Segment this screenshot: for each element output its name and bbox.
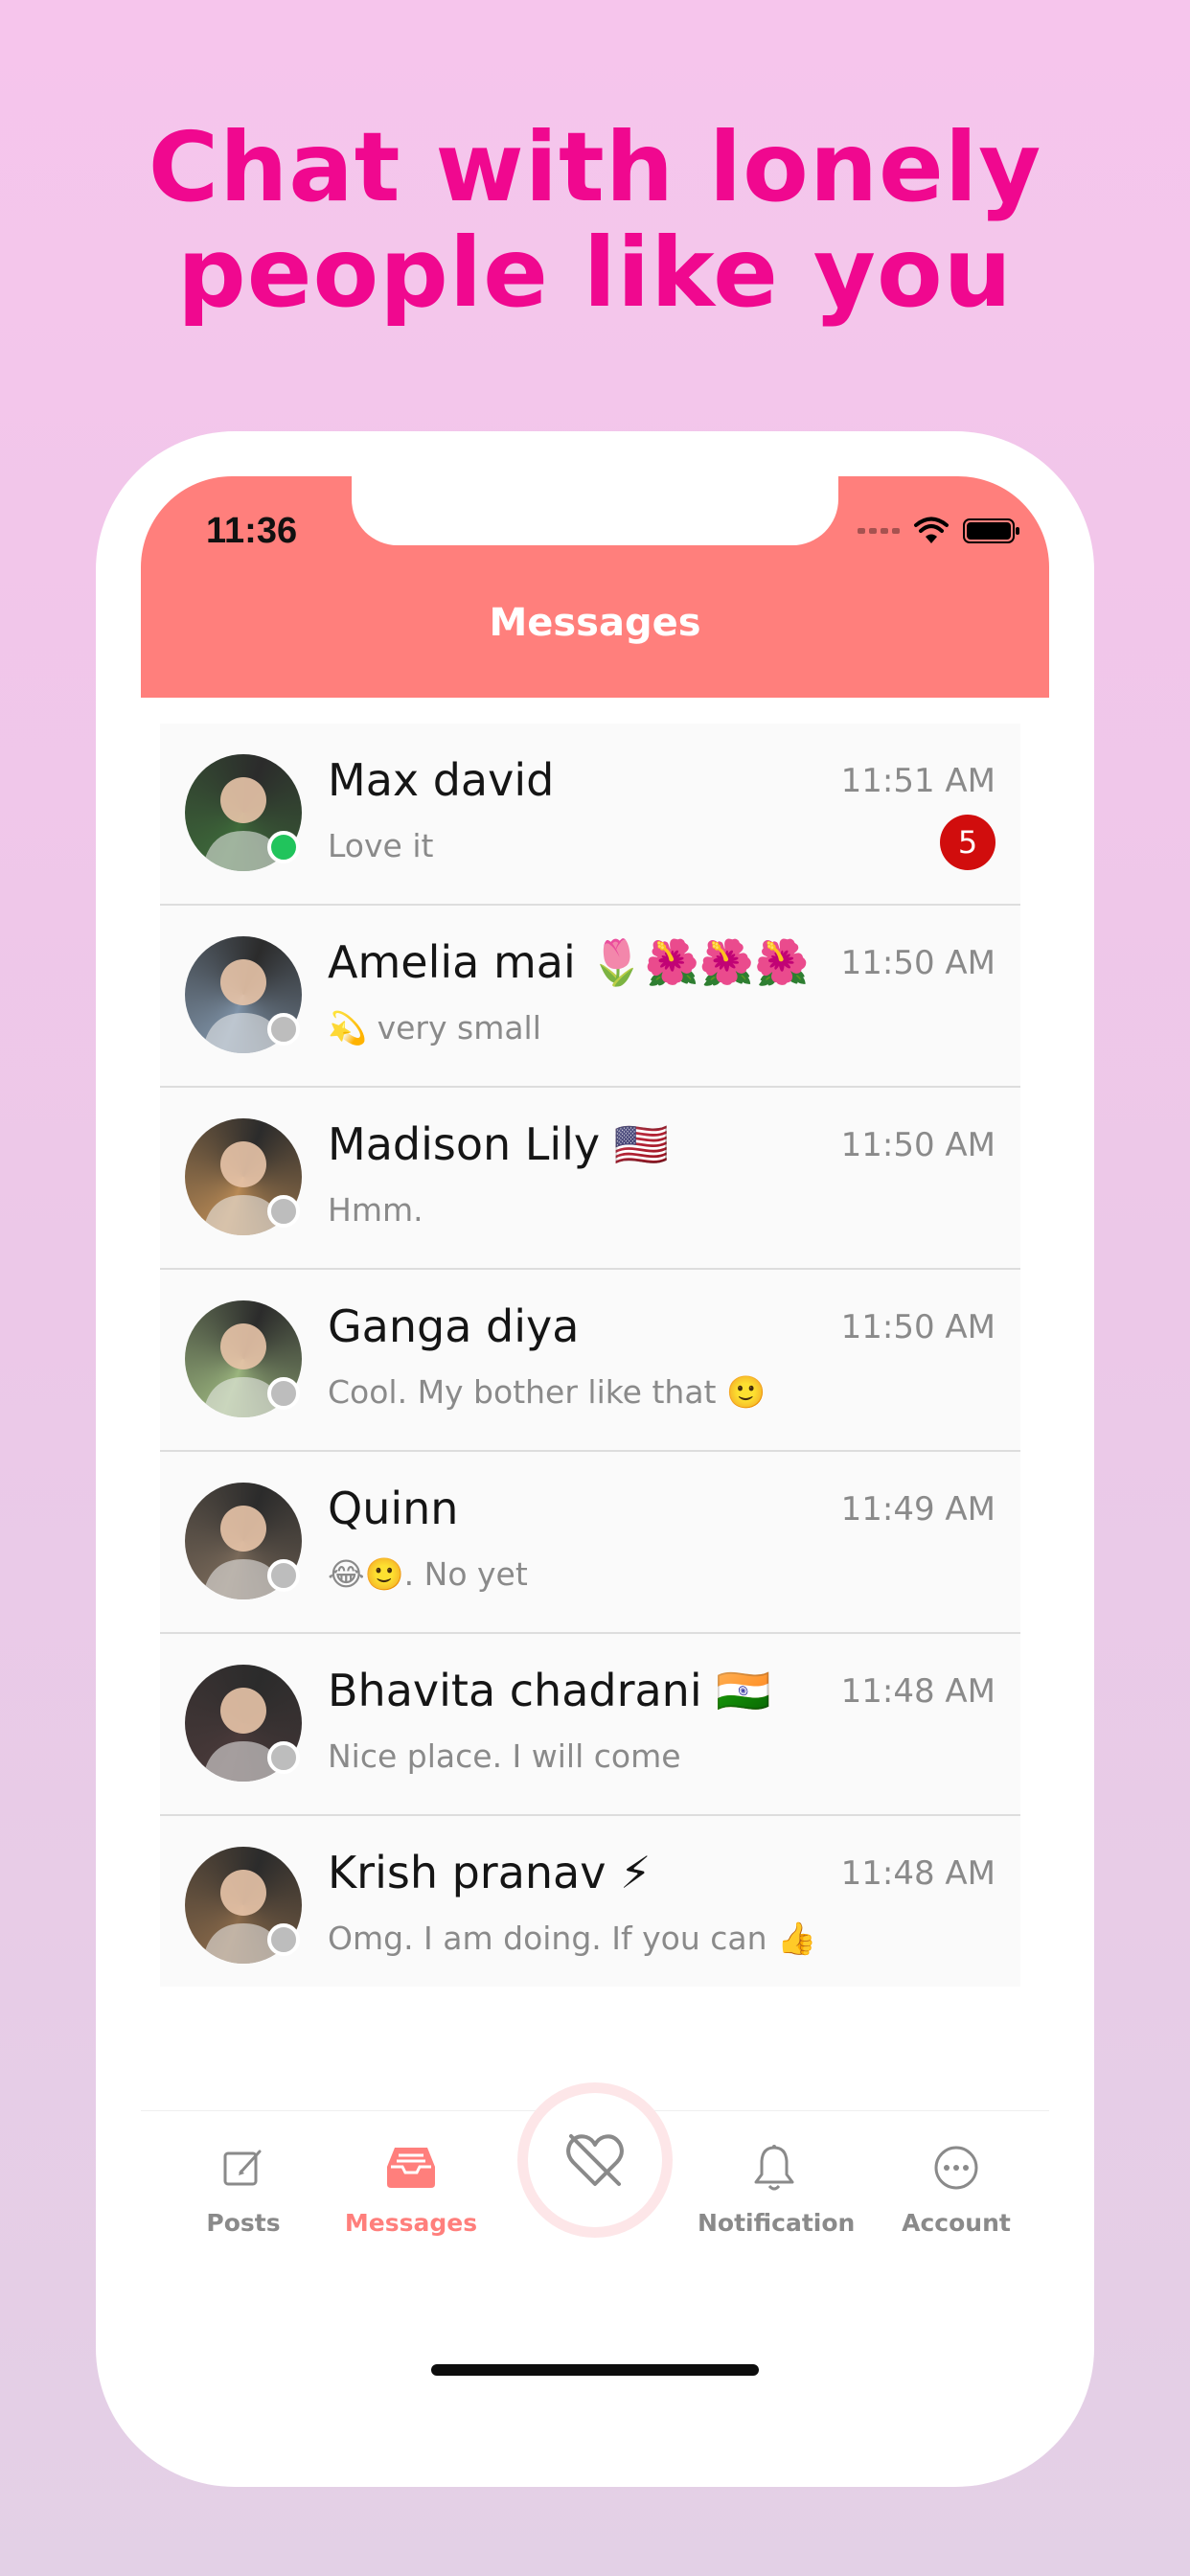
bell-icon [754,2145,794,2191]
conversation-row[interactable]: Amelia mai 🌷🌺🌺🌺 💫 very small 11:50 AM [160,906,1020,1088]
match-button-inner [528,2093,662,2227]
message-time: 11:51 AM [840,762,995,800]
status-time: 11:36 [206,511,298,551]
offline-status-dot [267,1741,300,1774]
contact-name: Ganga diya [328,1300,580,1352]
home-indicator [431,2364,759,2376]
last-message: Cool. My bother like that 🙂 [328,1373,767,1411]
device-notch [352,476,838,545]
conversation-row[interactable]: Quinn 😂🙂. No yet 11:49 AM [160,1452,1020,1634]
bottom-tab-bar: Posts Messages Notification Account [141,2082,1049,2303]
inbox-icon [387,2148,435,2188]
offline-status-dot [267,1377,300,1410]
contact-name: Amelia mai 🌷🌺🌺🌺 [328,936,810,988]
offline-status-dot [267,1195,300,1228]
last-message: Love it [328,827,434,864]
contact-name: Krish pranav ⚡ [328,1847,652,1898]
last-message: 💫 very small [328,1009,541,1046]
last-message: Omg. I am doing. If you can 👍 [328,1920,817,1957]
app-screen: 11:36 Messages Max david Love it 11:51 A… [141,476,1049,2442]
status-icons [858,515,1020,547]
tab-posts-label: Posts [206,2209,281,2237]
message-time: 11:48 AM [840,1672,995,1711]
conversation-row[interactable]: Krish pranav ⚡ Omg. I am doing. If you ca… [160,1816,1020,1987]
phone-frame: 11:36 Messages Max david Love it 11:51 A… [96,431,1094,2487]
tab-notification[interactable]: Notification [698,2111,856,2245]
contact-name: Max david [328,754,555,806]
tab-account[interactable]: Account [880,2111,1033,2245]
contact-name: Bhavita chadrani 🇮🇳 [328,1665,771,1716]
message-time: 11:50 AM [840,1126,995,1164]
tab-posts[interactable]: Posts [167,2111,320,2245]
wifi-icon [914,517,949,543]
page-title: Messages [489,601,701,645]
tab-messages-label: Messages [344,2209,478,2237]
last-message: 😂🙂. No yet [328,1555,528,1593]
offline-status-dot [267,1559,300,1592]
message-time: 11:49 AM [840,1490,995,1529]
conversation-row[interactable]: Bhavita chadrani 🇮🇳 Nice place. I will co… [160,1634,1020,1816]
app-header: 11:36 Messages [141,476,1049,698]
contact-name: Madison Lily 🇺🇸 [328,1118,670,1170]
message-time: 11:48 AM [840,1854,995,1893]
headline-line-2: people like you [177,217,1013,329]
conversation-row[interactable]: Max david Love it 11:51 AM 5 [160,724,1020,906]
battery-icon [963,518,1019,543]
conversation-row[interactable]: Madison Lily 🇺🇸 Hmm. 11:50 AM [160,1088,1020,1270]
offline-status-dot [267,1013,300,1046]
online-status-dot [267,831,300,863]
tab-messages[interactable]: Messages [334,2111,488,2245]
broken-heart-icon [566,2134,624,2186]
last-message: Hmm. [328,1191,423,1229]
message-time: 11:50 AM [840,1308,995,1346]
promo-headline: Chat with lonely people like you [0,115,1190,326]
more-icon [934,2146,978,2190]
offline-status-dot [267,1923,300,1956]
unread-badge: 5 [940,815,995,870]
contact-name: Quinn [328,1483,459,1534]
tab-account-label: Account [902,2209,1011,2237]
edit-icon [223,2150,262,2186]
conversation-list: Max david Love it 11:51 AM 5 Amelia mai 🌷🌺🌺… [160,724,1020,1987]
match-button[interactable] [517,2082,673,2238]
message-time: 11:50 AM [840,944,995,982]
tab-notification-label: Notification [698,2209,856,2237]
last-message: Nice place. I will come [328,1737,681,1775]
headline-line-1: Chat with lonely [148,111,1042,223]
conversation-row[interactable]: Ganga diya Cool. My bother like that 🙂 11:… [160,1270,1020,1452]
cellular-signal-icon [858,528,900,534]
